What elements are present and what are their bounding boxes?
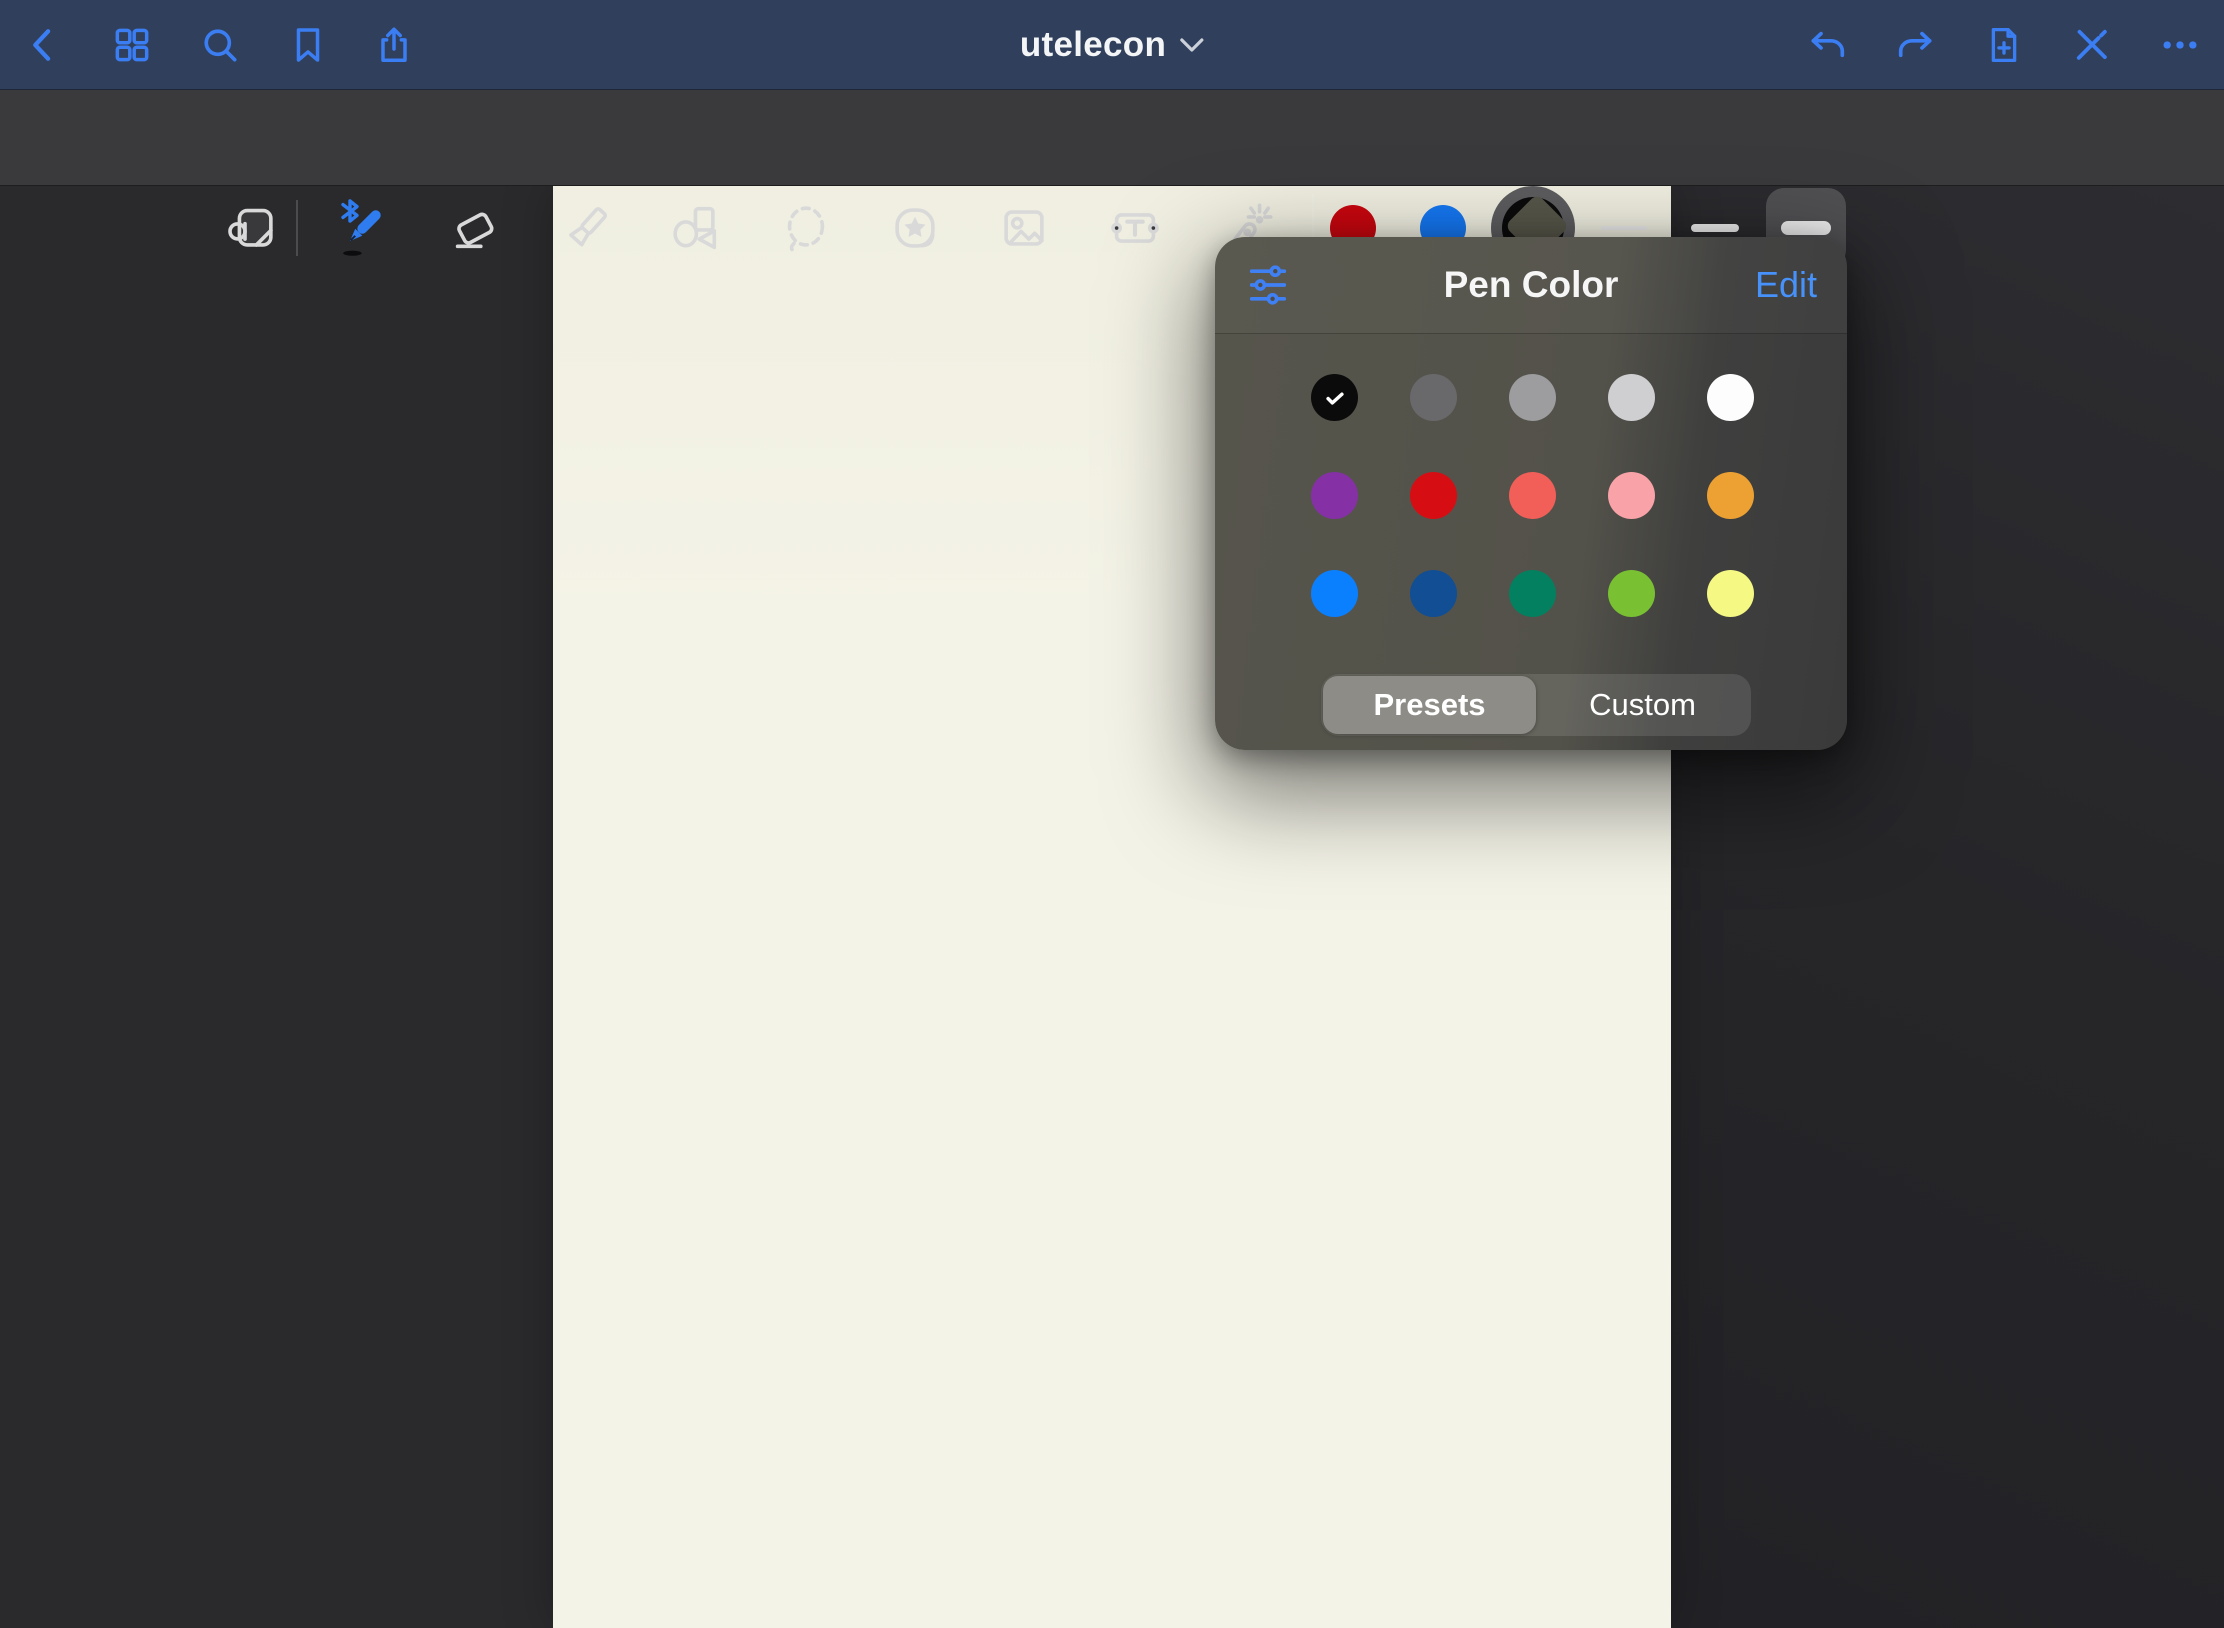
- page-thumbnails-button[interactable]: [100, 0, 164, 90]
- search-icon: [198, 23, 242, 67]
- undo-icon: [1806, 23, 1850, 67]
- stylus-editing-button[interactable]: [2060, 0, 2124, 90]
- back-icon: [21, 23, 65, 67]
- bookmark-icon: [286, 23, 330, 67]
- redo-button[interactable]: [1883, 0, 1947, 90]
- more-button[interactable]: [2148, 0, 2212, 90]
- pen-color-swatch-blue[interactable]: [1311, 570, 1358, 617]
- pen-color-swatch-red[interactable]: [1410, 472, 1457, 519]
- pen-color-swatch-yellow[interactable]: [1707, 570, 1754, 617]
- toolbar-separator: [296, 200, 298, 256]
- stylus-editing-icon: [2070, 23, 2114, 67]
- back-button[interactable]: [11, 0, 75, 90]
- shapes-icon: [665, 199, 723, 257]
- image-icon: [995, 199, 1053, 257]
- pen-color-swatch-gray[interactable]: [1509, 374, 1556, 421]
- pen-tool-icon: [332, 196, 396, 260]
- pen-color-swatch-coral[interactable]: [1509, 472, 1556, 519]
- pen-color-swatch-navy[interactable]: [1410, 570, 1457, 617]
- pen-color-swatch-dark-gray[interactable]: [1410, 374, 1457, 421]
- pen-color-popover: Pen Color Edit PresetsCustom: [1215, 237, 1847, 750]
- tool-eraser[interactable]: [440, 193, 510, 263]
- elements-sticker-icon: [886, 199, 944, 257]
- pen-color-tabs: PresetsCustom: [1321, 674, 1751, 736]
- redo-icon: [1893, 23, 1937, 67]
- checkmark-icon: [1320, 383, 1350, 413]
- pen-color-swatch-orange[interactable]: [1707, 472, 1754, 519]
- tool-zoom-window[interactable]: [217, 193, 287, 263]
- tool-bar: [0, 90, 2224, 186]
- tool-text[interactable]: [1100, 193, 1170, 263]
- more-icon: [2158, 23, 2202, 67]
- pen-color-swatch-teal[interactable]: [1509, 570, 1556, 617]
- page-title: utelecon: [1020, 25, 1166, 65]
- tool-elements[interactable]: [880, 193, 950, 263]
- medium-line: [1691, 224, 1739, 232]
- tool-lasso[interactable]: [771, 193, 841, 263]
- add-page-button[interactable]: [1972, 0, 2036, 90]
- tool-pen[interactable]: [329, 193, 399, 263]
- pen-color-swatch-green[interactable]: [1608, 570, 1655, 617]
- undo-button[interactable]: [1796, 0, 1860, 90]
- popover-header: Pen Color Edit: [1215, 237, 1847, 334]
- highlighter-icon: [558, 199, 616, 257]
- lasso-icon: [777, 199, 835, 257]
- share-button[interactable]: [362, 0, 426, 90]
- tab-presets[interactable]: Presets: [1323, 676, 1536, 734]
- text-icon: [1106, 199, 1164, 257]
- document-title-menu[interactable]: utelecon: [1020, 0, 1204, 90]
- page-thumbnails-icon: [110, 23, 154, 67]
- thin-line: [1601, 226, 1647, 230]
- tool-shapes[interactable]: [659, 193, 729, 263]
- pen-color-swatch-purple[interactable]: [1311, 472, 1358, 519]
- canvas-background-left: [0, 186, 553, 1628]
- settings-sliders-icon[interactable]: [1245, 262, 1291, 308]
- zoom-window-icon: [223, 199, 281, 257]
- pen-color-swatch-white[interactable]: [1707, 374, 1754, 421]
- bookmark-button[interactable]: [276, 0, 340, 90]
- eraser-icon: [446, 199, 504, 257]
- chevron-down-icon: [1180, 38, 1204, 52]
- share-icon: [372, 23, 416, 67]
- pen-color-swatch-light-gray[interactable]: [1608, 374, 1655, 421]
- thick-line: [1781, 221, 1831, 235]
- pen-color-swatch-black[interactable]: [1311, 374, 1358, 421]
- tool-image[interactable]: [989, 193, 1059, 263]
- pen-color-swatch-pink[interactable]: [1608, 472, 1655, 519]
- popover-title: Pen Color: [1444, 264, 1619, 306]
- top-navigation-bar: utelecon: [0, 0, 2224, 90]
- tool-highlighter[interactable]: [552, 193, 622, 263]
- edit-link[interactable]: Edit: [1755, 264, 1817, 306]
- search-button[interactable]: [188, 0, 252, 90]
- goodnotes-app: utelecon: [0, 0, 2224, 1628]
- add-page-icon: [1982, 23, 2026, 67]
- pen-color-grid: [1311, 374, 1754, 617]
- tab-custom[interactable]: Custom: [1536, 676, 1749, 734]
